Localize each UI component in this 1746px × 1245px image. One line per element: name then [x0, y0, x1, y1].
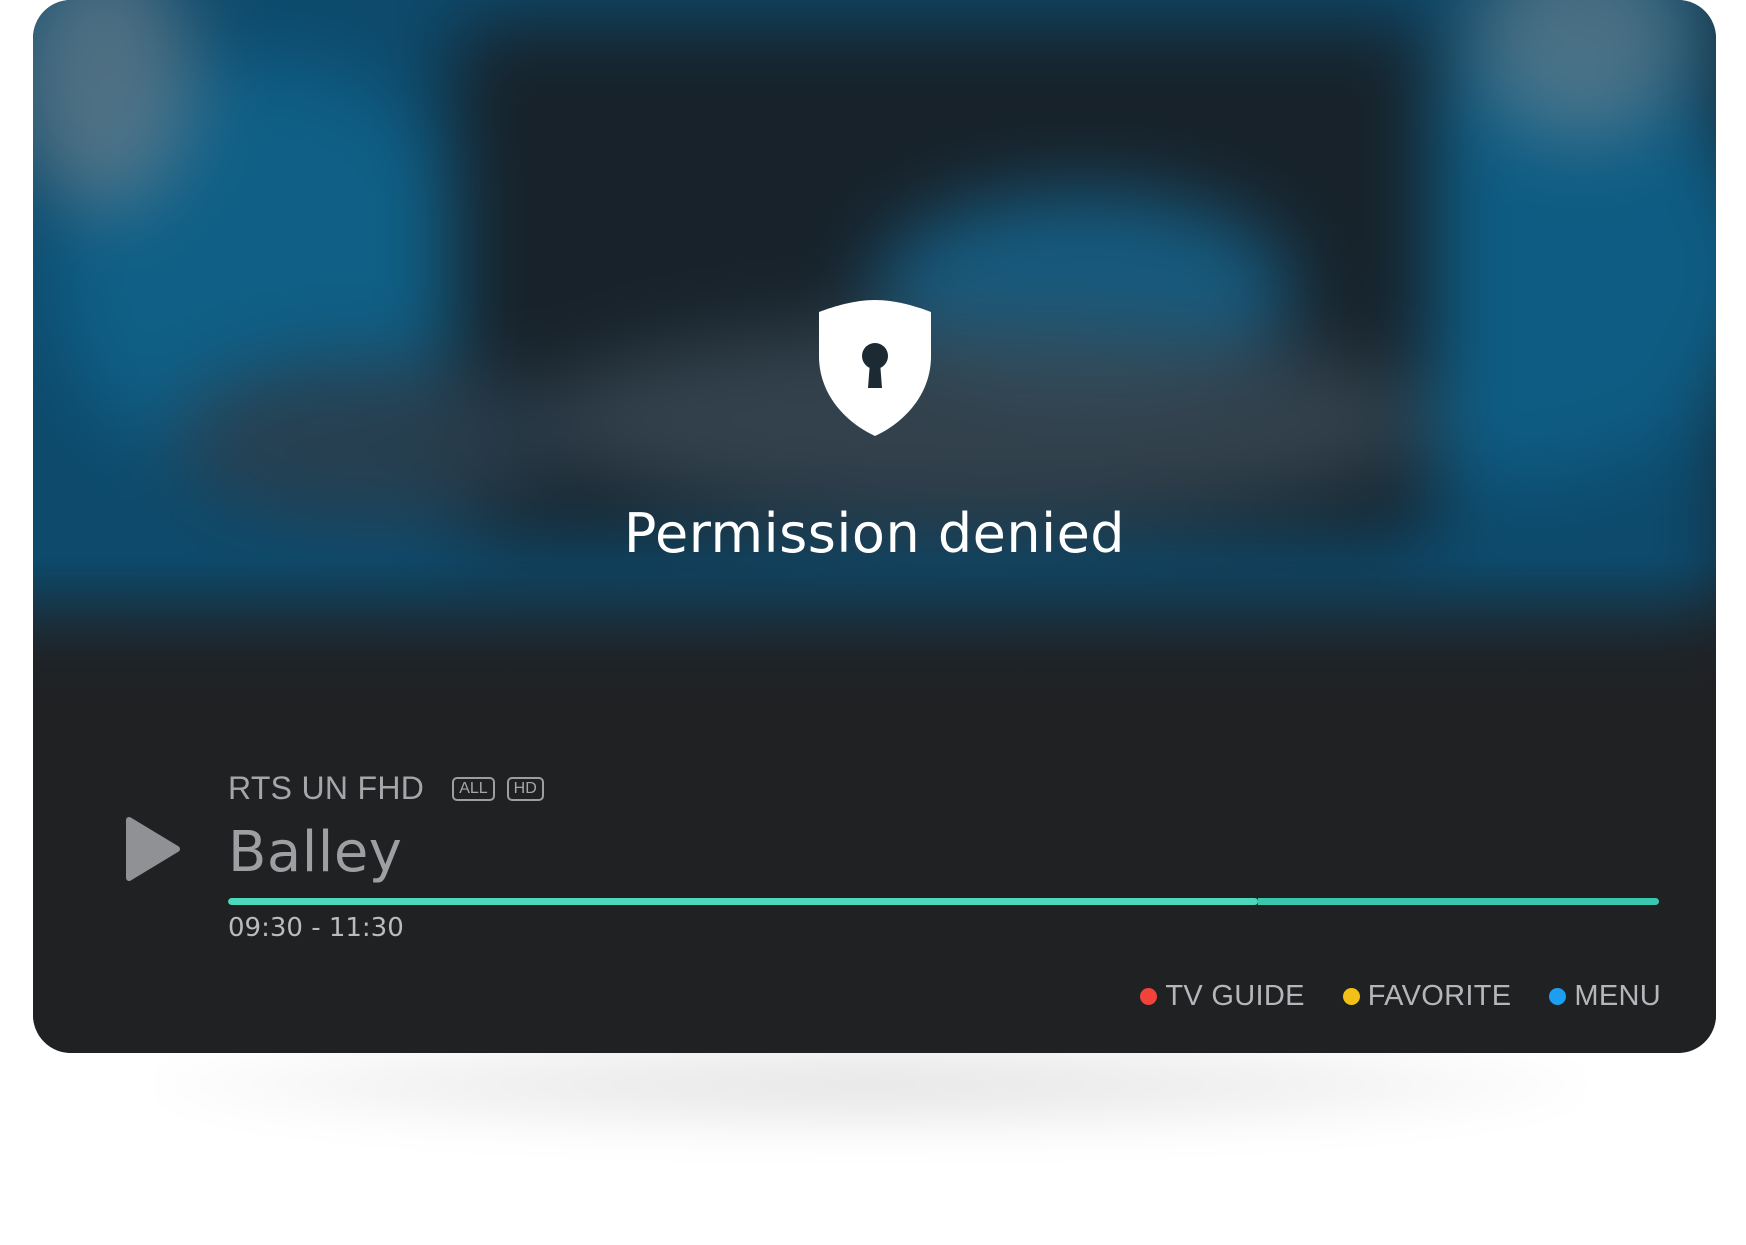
page: Permission denied RTS UN FHD ALL HD Ball… [0, 0, 1746, 1245]
program-title: Balley [228, 820, 403, 885]
permission-denied-message: Permission denied [623, 502, 1126, 565]
program-progress-fill [228, 898, 1259, 905]
program-time-range: 09:30 - 11:30 [228, 913, 404, 943]
menu-label: MENU [1574, 980, 1661, 1012]
blue-key-icon [1549, 988, 1567, 1005]
play-icon[interactable] [125, 816, 181, 882]
quality-badge: HD [506, 776, 544, 801]
menu-shortcut[interactable]: MENU [1549, 980, 1661, 1013]
shield-lock-icon [818, 300, 931, 436]
program-progress-remaining [1258, 898, 1659, 905]
favorite-shortcut[interactable]: FAVORITE [1342, 980, 1512, 1013]
permission-message-block: Permission denied [33, 298, 1716, 565]
channel-name: RTS UN FHD [228, 770, 425, 806]
tv-screen: Permission denied RTS UN FHD ALL HD Ball… [33, 0, 1716, 1053]
program-progress-bar [228, 898, 1659, 905]
tv-guide-shortcut[interactable]: TV GUIDE [1140, 980, 1304, 1013]
shortcut-bar: TV GUIDE FAVORITE MENU [1102, 980, 1661, 1013]
yellow-key-icon [1342, 988, 1360, 1005]
favorite-label: FAVORITE [1367, 980, 1512, 1012]
tv-guide-label: TV GUIDE [1165, 980, 1305, 1012]
rating-badge: ALL [452, 776, 495, 801]
red-key-icon [1140, 988, 1158, 1005]
channel-info: RTS UN FHD ALL HD [228, 770, 544, 807]
